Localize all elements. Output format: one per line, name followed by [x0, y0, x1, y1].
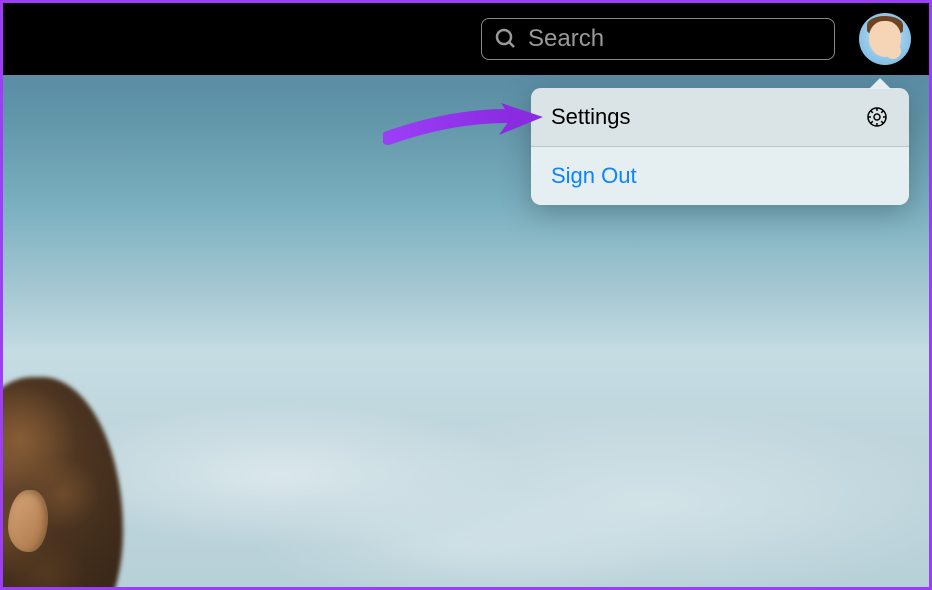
avatar-hand: [885, 43, 901, 59]
dropdown-item-label: Settings: [551, 104, 631, 130]
person-hair: [3, 367, 138, 587]
avatar[interactable]: [859, 13, 911, 65]
clouds: [3, 307, 929, 587]
gear-icon: [865, 105, 889, 129]
dropdown-item-signout[interactable]: Sign Out: [531, 147, 909, 205]
dropdown-item-label: Sign Out: [551, 163, 637, 189]
profile-dropdown: Settings Sign Out: [531, 88, 909, 205]
topbar: [3, 3, 929, 75]
dropdown-item-settings[interactable]: Settings: [531, 88, 909, 147]
annotation-arrow: [383, 103, 548, 153]
search-box[interactable]: [481, 18, 835, 60]
search-input[interactable]: [518, 25, 838, 53]
search-icon: [494, 27, 518, 51]
person-ear: [8, 490, 48, 552]
